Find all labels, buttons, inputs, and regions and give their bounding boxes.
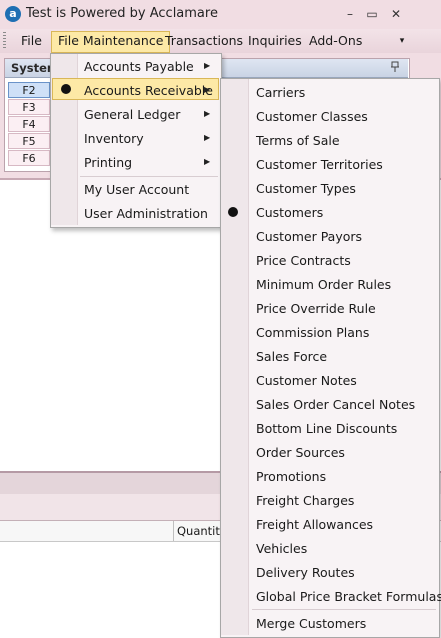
submenu-arrow-icon: ▶: [204, 61, 211, 70]
app-logo-icon: a: [5, 6, 21, 22]
menu-item-sales-force[interactable]: [222, 344, 436, 368]
menu-item-label: Order Sources: [256, 445, 345, 460]
menu-item-label: Sales Force: [256, 349, 328, 364]
menu-item-label: Terms of Sale: [256, 133, 340, 148]
menu-item-label: Merge Customers: [256, 616, 367, 631]
function-key-f4[interactable]: F4: [8, 116, 50, 132]
submenu-arrow-icon: ▶: [204, 109, 211, 118]
submenu-arrow-icon: ▶: [204, 85, 211, 94]
menu-file-maintenance[interactable]: File Maintenance: [51, 31, 171, 53]
menu-item-label: Carriers: [256, 85, 306, 100]
menu-file[interactable]: File: [15, 31, 48, 51]
menu-item-label: Customer Notes: [256, 373, 357, 388]
menu-item-label: Delivery Routes: [256, 565, 355, 580]
bullet-icon: [61, 84, 71, 94]
menu-item-label: Vehicles: [256, 541, 308, 556]
submenu-arrow-icon: ▶: [204, 133, 211, 142]
menu-item-label: Price Contracts: [256, 253, 351, 268]
menu-item-label: Accounts Payable: [84, 59, 194, 74]
menu-item-promotions[interactable]: [222, 464, 436, 488]
menu-separator: [252, 609, 436, 610]
menu-item-label: Printing: [84, 155, 133, 170]
menu-item-label: Promotions: [256, 469, 327, 484]
menu-item-label: Accounts Receivable: [84, 83, 213, 98]
menu-item-label: Bottom Line Discounts: [256, 421, 398, 436]
maximize-button[interactable]: ▭: [362, 5, 382, 23]
menu-item-label: Global Price Bracket Formulas: [256, 589, 441, 604]
menu-item-customers[interactable]: [222, 200, 436, 224]
menu-item-label: Customer Territories: [256, 157, 383, 172]
close-button[interactable]: ✕: [386, 5, 406, 23]
menu-transactions[interactable]: Transactions: [159, 31, 249, 51]
menu-item-label: Customers: [256, 205, 324, 220]
menu-item-label: Customer Types: [256, 181, 356, 196]
function-key-f3[interactable]: F3: [8, 99, 50, 115]
menu-item-printing[interactable]: [53, 151, 218, 173]
pin-icon[interactable]: [390, 61, 400, 73]
menu-item-label: Inventory: [84, 131, 144, 146]
menu-item-label: Sales Order Cancel Notes: [256, 397, 416, 412]
function-key-f5[interactable]: F5: [8, 133, 50, 149]
function-key-f6[interactable]: F6: [8, 150, 50, 166]
minimize-button[interactable]: –: [340, 5, 360, 23]
menu-item-label: Price Override Rule: [256, 301, 376, 316]
menu-item-label: Commission Plans: [256, 325, 370, 340]
window-title: Test is Powered by Acclamare: [26, 6, 218, 21]
menu-separator: [80, 176, 218, 177]
menu-item-label: My User Account: [84, 182, 190, 197]
toolbar-grip-icon[interactable]: [3, 32, 6, 50]
menu-item-vehicles[interactable]: [222, 536, 436, 560]
menu-item-label: Freight Allowances: [256, 517, 374, 532]
menu-item-label: General Ledger: [84, 107, 181, 122]
submenu-arrow-icon: ▶: [204, 157, 211, 166]
menu-item-label: Freight Charges: [256, 493, 355, 508]
menu-add-ons[interactable]: Add-Ons: [303, 31, 368, 51]
menu-inquiries[interactable]: Inquiries: [242, 31, 308, 51]
menu-item-label: Customer Classes: [256, 109, 368, 124]
menu-item-label: Minimum Order Rules: [256, 277, 392, 292]
chevron-down-icon[interactable]: ▾: [396, 31, 408, 51]
menu-item-label: User Administration: [84, 206, 208, 221]
menu-item-label: Customer Payors: [256, 229, 363, 244]
function-key-f2[interactable]: F2: [8, 82, 50, 98]
menu-item-carriers[interactable]: [222, 80, 436, 104]
